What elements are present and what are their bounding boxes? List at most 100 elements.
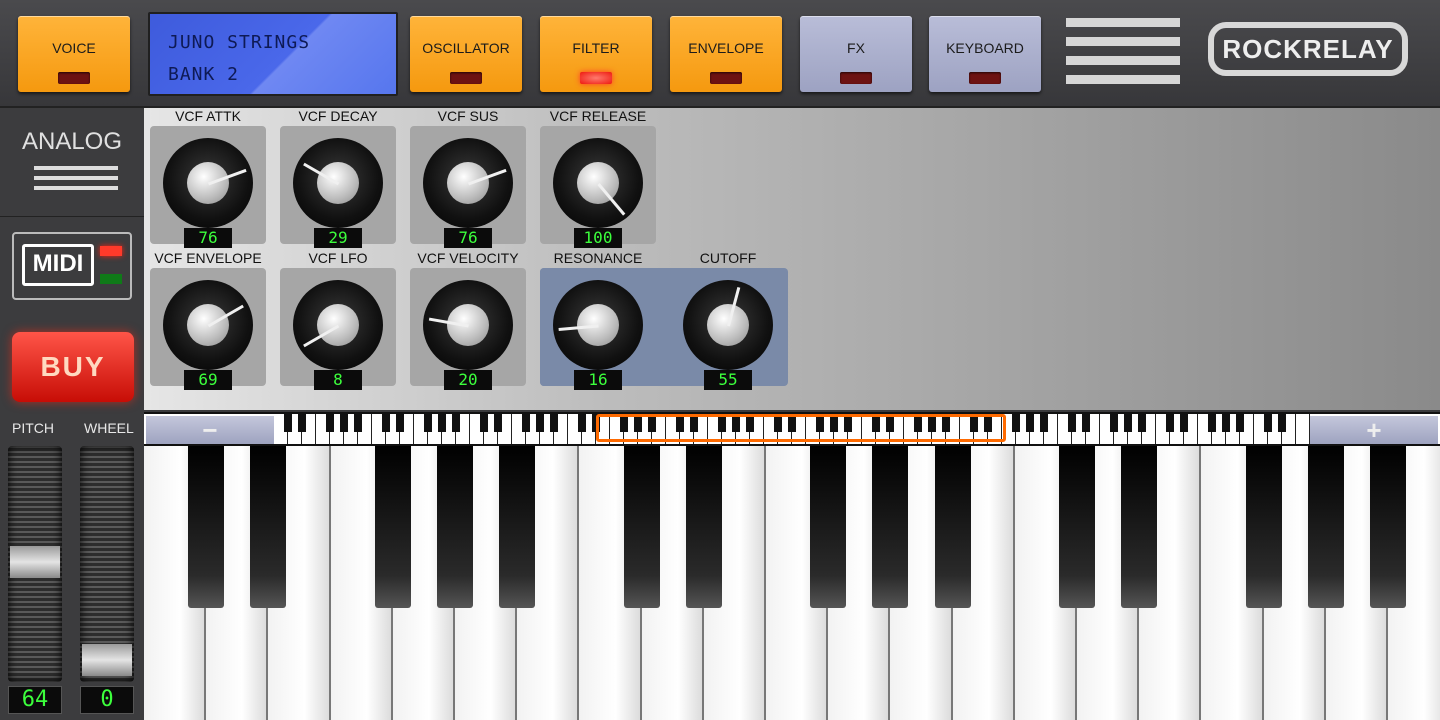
knob-vcf-velocity[interactable]: VCF VELOCITY 20 [410, 250, 526, 390]
analog-menu-button[interactable]: ANALOG [0, 108, 144, 217]
fx-button[interactable]: FX [800, 16, 912, 92]
pitch-wheel[interactable] [8, 446, 62, 682]
mini-black-key [1026, 414, 1034, 432]
black-key[interactable] [872, 446, 909, 608]
keyboard-led [969, 72, 1001, 84]
knob-dial[interactable] [553, 280, 643, 370]
pitch-label: PITCH [12, 420, 54, 436]
piano-keyboard[interactable] [144, 446, 1440, 720]
octave-up-button[interactable]: + [1310, 416, 1438, 444]
patch-display[interactable]: JUNO STRINGS BANK 2 [148, 12, 398, 96]
black-key[interactable] [437, 446, 473, 608]
knob-vcf-release[interactable]: VCF RELEASE 100 [540, 108, 656, 248]
envelope-button[interactable]: ENVELOPE [670, 16, 782, 92]
black-key[interactable] [685, 446, 722, 608]
filter-button[interactable]: FILTER [540, 16, 652, 92]
knob-label: VCF LFO [308, 250, 368, 266]
black-key[interactable] [934, 446, 971, 608]
knob-vcf-sus[interactable]: VCF SUS 76 [410, 108, 526, 248]
mini-black-key [340, 414, 348, 432]
mod-wheel[interactable] [80, 446, 134, 682]
patch-name: JUNO STRINGS [168, 32, 311, 53]
black-key[interactable] [1059, 446, 1095, 608]
knob-value: 16 [574, 370, 622, 390]
black-key[interactable] [810, 446, 847, 608]
filter-led [580, 72, 612, 84]
knob-dial[interactable] [163, 280, 253, 370]
oscillator-button-label: OSCILLATOR [422, 40, 510, 56]
mini-black-key [1208, 414, 1216, 432]
knob-dial[interactable] [423, 138, 513, 228]
envelope-button-label: ENVELOPE [688, 40, 764, 56]
pitch-wheel-thumb[interactable] [10, 546, 60, 578]
black-key[interactable] [499, 446, 536, 608]
mini-black-key [1082, 414, 1090, 432]
knob-dial[interactable] [553, 138, 643, 228]
menu-icon[interactable] [1066, 18, 1180, 84]
black-key[interactable] [374, 446, 411, 608]
midi-in-led [100, 246, 122, 256]
mini-black-key [1068, 414, 1076, 432]
top-toolbar: VOICE JUNO STRINGS BANK 2 OSCILLATOR FIL… [0, 0, 1440, 108]
knob-label: VCF VELOCITY [417, 250, 519, 266]
analog-label: ANALOG [21, 128, 123, 155]
buy-button[interactable]: BUY [12, 332, 134, 402]
mini-black-key [396, 414, 404, 432]
black-key[interactable] [623, 446, 660, 608]
black-key[interactable] [1245, 446, 1282, 608]
mini-black-key [1040, 414, 1048, 432]
oscillator-button[interactable]: OSCILLATOR [410, 16, 522, 92]
oscillator-led [450, 72, 482, 84]
filter-button-label: FILTER [572, 40, 620, 56]
left-sidebar: ANALOG MIDI BUY PITCH WHEEL 64 0 [0, 108, 144, 720]
visible-range-selector[interactable] [596, 414, 1006, 442]
knob-dial[interactable] [683, 280, 773, 370]
knob-value: 55 [704, 370, 752, 390]
knob-label: VCF ENVELOPE [154, 250, 262, 266]
black-key[interactable] [1370, 446, 1406, 608]
voice-led [58, 72, 90, 84]
knob-vcf-envelope[interactable]: VCF ENVELOPE 69 [150, 250, 266, 390]
knob-vcf-lfo[interactable]: VCF LFO 8 [280, 250, 396, 390]
black-key[interactable] [188, 446, 225, 608]
knob-dial[interactable] [293, 138, 383, 228]
mini-black-key [298, 414, 306, 432]
minus-icon: − [202, 415, 218, 445]
mini-black-key [494, 414, 502, 432]
mini-black-key [326, 414, 334, 432]
knob-dial[interactable] [293, 280, 383, 370]
midi-out-led [100, 274, 122, 284]
mini-black-key [480, 414, 488, 432]
knob-dial[interactable] [423, 280, 513, 370]
midi-logo: MIDI [22, 244, 94, 286]
knob-label: VCF DECAY [298, 108, 378, 124]
mini-black-key [438, 414, 446, 432]
mini-black-key [1124, 414, 1132, 432]
black-key[interactable] [1307, 446, 1344, 608]
knob-resonance[interactable]: RESONANCE 16 [540, 250, 656, 390]
brand-logo: ROCKRELAY [1208, 22, 1408, 76]
knob-value: 8 [314, 370, 362, 390]
black-key[interactable] [1121, 446, 1158, 608]
fx-led [840, 72, 872, 84]
knob-label: RESONANCE [553, 250, 643, 266]
mini-black-key [550, 414, 558, 432]
filter-panel: VCF ATTK 76 VCF DECAY 29 VCF SUS 76 VCF … [144, 108, 1440, 410]
knob-vcf-attk[interactable]: VCF ATTK 76 [150, 108, 266, 248]
octave-down-button[interactable]: − [146, 416, 274, 444]
mod-wheel-thumb[interactable] [82, 644, 132, 676]
voice-button[interactable]: VOICE [18, 16, 130, 92]
knob-label: CUTOFF [699, 250, 757, 266]
fx-button-label: FX [847, 40, 865, 56]
knob-dial[interactable] [163, 138, 253, 228]
knob-cutoff[interactable]: CUTOFF 55 [670, 250, 786, 390]
mini-black-key [1264, 414, 1272, 432]
keyboard-navigator[interactable]: − + [144, 412, 1440, 446]
midi-button[interactable]: MIDI [12, 232, 132, 300]
black-key[interactable] [250, 446, 287, 608]
knob-value: 100 [574, 228, 622, 248]
mini-black-key [1278, 414, 1286, 432]
patch-bank: BANK 2 [168, 64, 240, 85]
keyboard-button[interactable]: KEYBOARD [929, 16, 1041, 92]
knob-vcf-decay[interactable]: VCF DECAY 29 [280, 108, 396, 248]
